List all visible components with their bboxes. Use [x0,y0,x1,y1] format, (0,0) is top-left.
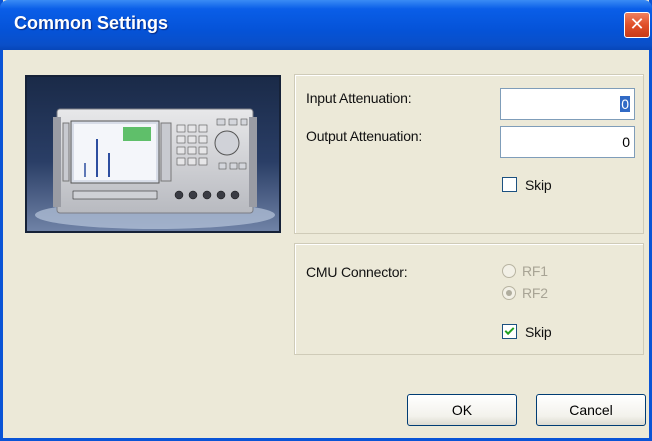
output-attenuation-value: 0 [622,134,630,150]
input-attenuation-field[interactable]: 0 [500,88,635,120]
ok-button[interactable]: OK [407,394,517,426]
cmu-connector-group [294,243,644,355]
close-button[interactable]: ✕ [624,12,650,38]
title-bar[interactable]: Common Settings ✕ [0,0,652,50]
check-icon [504,325,515,336]
cmu-device-photo [25,75,281,233]
output-attenuation-field[interactable]: 0 [500,126,635,158]
connector-skip-label: Skip [525,324,552,340]
connector-skip-checkbox[interactable] [502,324,517,339]
attenuation-skip-label: Skip [525,177,552,193]
rf1-radio-label: RF1 [522,263,548,279]
common-settings-dialog: Common Settings ✕ Input Attenuation: 0 O… [0,0,652,441]
rf2-radio[interactable] [502,286,516,300]
close-icon: ✕ [629,14,645,35]
input-attenuation-label: Input Attenuation: [306,90,412,106]
attenuation-skip-checkbox[interactable] [502,177,517,192]
rf1-radio[interactable] [502,264,516,278]
window-title: Common Settings [14,13,169,33]
rf2-radio-dot [506,290,512,296]
device-illustration [27,77,279,231]
input-attenuation-value: 0 [620,96,630,112]
cmu-connector-label: CMU Connector: [306,264,408,280]
cancel-button[interactable]: Cancel [536,394,646,426]
output-attenuation-label: Output Attenuation: [306,128,423,144]
rf2-radio-label: RF2 [522,285,548,301]
